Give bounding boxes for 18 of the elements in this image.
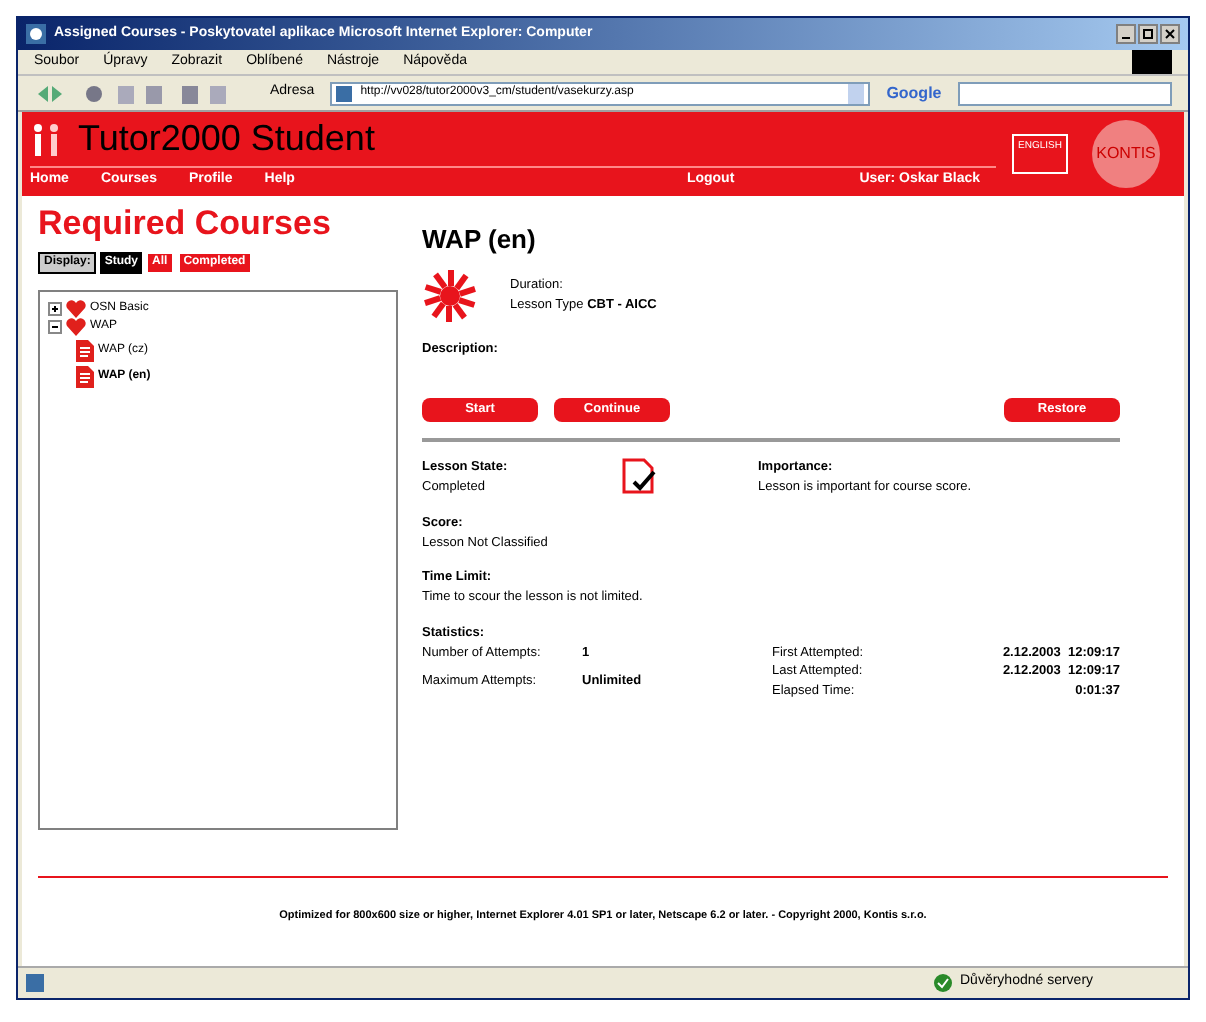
company-logo: KONTIS [1092,120,1160,188]
collapse-toggle[interactable] [48,320,62,334]
minimize-button[interactable] [1116,24,1136,44]
expand-toggle[interactable] [48,302,62,316]
people-icon [30,121,62,157]
page-title: Required Courses [38,204,333,244]
document-icon [76,366,94,388]
check-icon [934,974,952,992]
sun-icon [422,267,478,323]
completed-lesson-icon [622,458,658,495]
lesson-title: WAP (en) [422,222,538,258]
browser-icon [26,24,46,44]
document-icon [76,340,94,362]
site-title: Tutor2000 Student [78,116,375,162]
search-logo: Google [886,81,942,105]
maximize-button[interactable] [1138,24,1158,44]
close-button[interactable] [1160,24,1180,44]
search-field[interactable] [957,81,1172,105]
